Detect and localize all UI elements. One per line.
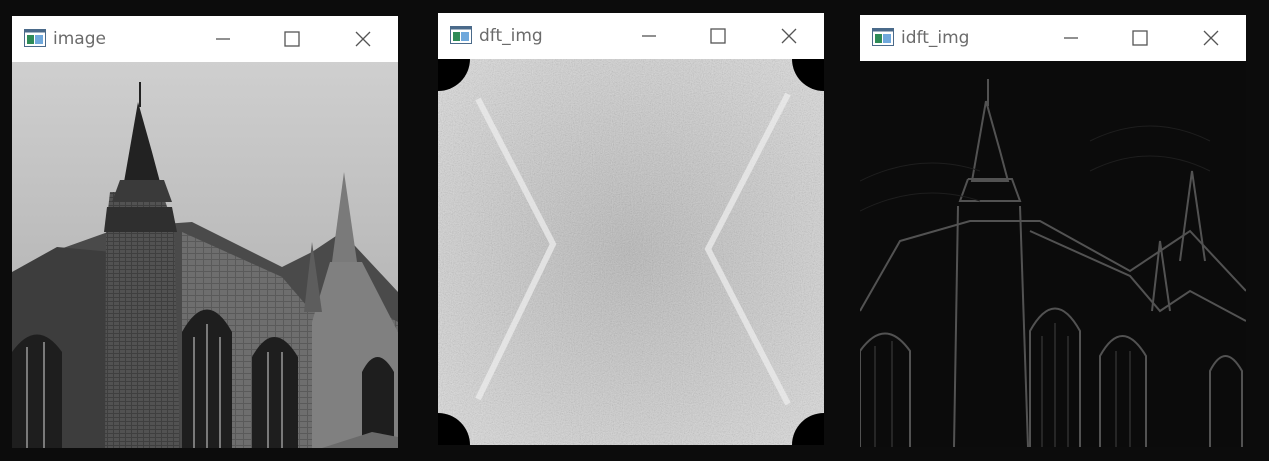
minimize-icon[interactable] bbox=[210, 26, 236, 52]
image-canvas bbox=[12, 62, 398, 448]
window-title: image bbox=[53, 29, 106, 49]
dft-magnitude-spectrum bbox=[438, 59, 824, 445]
maximize-icon[interactable] bbox=[1127, 25, 1153, 51]
maximize-icon[interactable] bbox=[279, 26, 305, 52]
dft-spectrum-canvas bbox=[438, 59, 824, 445]
window-image[interactable]: image bbox=[12, 16, 398, 448]
minimize-icon[interactable] bbox=[636, 23, 662, 49]
idft-image-canvas bbox=[860, 61, 1246, 447]
window-idft-img[interactable]: idft_img bbox=[860, 15, 1246, 447]
window-dft-img[interactable]: dft_img bbox=[438, 13, 824, 445]
opencv-window-icon bbox=[24, 29, 46, 47]
window-titlebar[interactable]: dft_img bbox=[438, 13, 824, 59]
close-icon[interactable] bbox=[350, 26, 376, 52]
opencv-window-icon bbox=[450, 26, 472, 44]
close-icon[interactable] bbox=[1198, 25, 1224, 51]
close-icon[interactable] bbox=[776, 23, 802, 49]
grayscale-building-photo bbox=[12, 62, 398, 448]
opencv-window-icon bbox=[872, 28, 894, 46]
maximize-icon[interactable] bbox=[705, 23, 731, 49]
window-titlebar[interactable]: idft_img bbox=[860, 15, 1246, 61]
minimize-icon[interactable] bbox=[1058, 25, 1084, 51]
window-title: dft_img bbox=[479, 26, 543, 46]
high-pass-edge-image bbox=[860, 61, 1246, 447]
window-title: idft_img bbox=[901, 28, 970, 48]
window-titlebar[interactable]: image bbox=[12, 16, 398, 62]
